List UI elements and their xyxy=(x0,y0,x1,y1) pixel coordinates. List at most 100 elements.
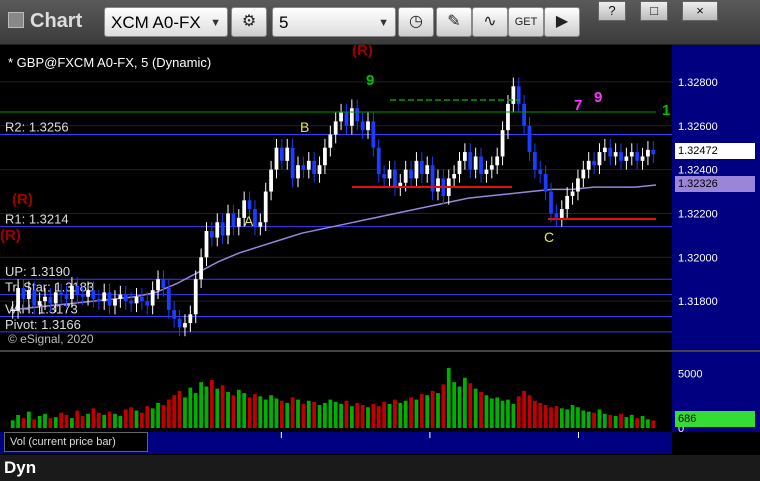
volume-bar xyxy=(559,408,564,428)
forward-button[interactable]: ▶ xyxy=(544,7,580,37)
volume-bar xyxy=(236,389,241,428)
candle-body xyxy=(317,165,322,174)
chart-header: * GBP@FXCM A0-FX, 5 (Dynamic) xyxy=(8,55,212,70)
candle-body xyxy=(166,288,171,310)
clock-button[interactable]: ◷ xyxy=(398,7,434,37)
volume-bar xyxy=(543,405,548,428)
candle-body xyxy=(70,285,74,299)
close-button[interactable]: × xyxy=(682,1,718,21)
volume-bar xyxy=(339,403,343,428)
symbol-value: XCM A0-FX xyxy=(111,13,201,32)
volume-bar xyxy=(489,398,494,428)
volume-bar xyxy=(10,420,15,428)
candle-body xyxy=(543,174,548,192)
volume-bar xyxy=(215,388,220,428)
candle-body xyxy=(91,290,96,299)
study-button[interactable]: ∿ xyxy=(472,7,508,37)
volume-bar xyxy=(602,413,607,428)
candle-body xyxy=(371,121,376,148)
volume-bar xyxy=(183,397,187,428)
volume-bar xyxy=(172,395,177,428)
volume-bar xyxy=(37,415,42,428)
volume-bar xyxy=(441,384,446,428)
y-tick-label: 1.32800 xyxy=(678,77,718,89)
help-button[interactable]: ? xyxy=(598,1,626,21)
pattern-label: C xyxy=(544,229,554,245)
candle-body xyxy=(581,169,586,179)
volume-bar xyxy=(452,382,457,428)
volume-bar xyxy=(651,420,656,428)
volume-bar xyxy=(549,407,553,428)
volume-bar xyxy=(166,399,171,428)
volume-bar xyxy=(323,402,327,428)
candle-body xyxy=(86,290,90,297)
candle-body xyxy=(409,169,413,179)
volume-bar xyxy=(123,409,128,428)
signal-label: (R) xyxy=(352,45,373,59)
close-icon: × xyxy=(696,3,704,18)
candle-body xyxy=(123,294,128,302)
candle-body xyxy=(64,294,69,299)
volume-bar xyxy=(479,391,483,428)
candle-body xyxy=(527,125,532,153)
volume-bar xyxy=(177,390,182,428)
get-button[interactable]: GET xyxy=(508,7,544,37)
candle-body xyxy=(495,156,500,166)
maximize-button[interactable]: □ xyxy=(640,1,668,21)
chart-plot[interactable]: R2: 1.3256R1: 1.3214UP: 1.3190Tri Star: … xyxy=(0,45,760,481)
volume-bar xyxy=(463,377,467,428)
candle-body xyxy=(215,222,220,238)
candle-body xyxy=(285,147,290,161)
candle-body xyxy=(646,149,650,157)
volume-bar xyxy=(328,399,333,428)
volume-bar xyxy=(581,410,586,428)
chevron-down-icon: ▼ xyxy=(378,17,389,29)
volume-bar xyxy=(70,418,74,428)
price-pane xyxy=(0,45,672,350)
candle-body xyxy=(344,112,349,126)
volume-bar xyxy=(96,412,101,428)
candle-body xyxy=(26,290,31,299)
candle-body xyxy=(161,279,166,288)
signal-label: 1 xyxy=(662,102,670,119)
candle-body xyxy=(592,160,596,166)
volume-bar xyxy=(473,388,478,428)
volume-bar xyxy=(21,418,26,428)
symbol-dropdown[interactable]: XCM A0-FX ▼ xyxy=(104,7,228,37)
candle-body xyxy=(586,160,591,170)
candle-body xyxy=(140,296,144,302)
volume-bar xyxy=(640,415,645,428)
candle-body xyxy=(419,160,424,174)
candle-body xyxy=(263,191,268,223)
candle-body xyxy=(118,294,123,299)
volume-bar xyxy=(527,395,532,428)
volume-bar xyxy=(80,415,85,428)
volume-bar xyxy=(430,390,435,428)
volume-bar xyxy=(312,401,317,428)
signal-label: 9 xyxy=(366,72,374,89)
candle-body xyxy=(425,165,430,174)
y-tick-label: 1.32600 xyxy=(678,121,718,133)
interval-dropdown[interactable]: 5 ▼ xyxy=(272,7,396,37)
candle-body xyxy=(209,231,214,238)
candle-body xyxy=(32,290,37,306)
volume-study-label[interactable]: Vol (current price bar) xyxy=(4,432,148,452)
volume-bar xyxy=(425,395,430,428)
volume-bar xyxy=(226,391,230,428)
volume-bar xyxy=(43,413,47,428)
settings-button[interactable]: ⚙ xyxy=(231,7,267,37)
volume-bar xyxy=(613,415,618,428)
candle-body xyxy=(193,279,198,315)
candle-body xyxy=(226,213,230,236)
volume-bar xyxy=(53,417,58,428)
price-level-label: UP: 1.3190 xyxy=(5,264,70,279)
volume-bar xyxy=(102,414,107,428)
volume-bar xyxy=(635,418,640,428)
candle-body xyxy=(376,147,381,174)
candle-body xyxy=(608,147,613,157)
volume-bar xyxy=(107,411,112,428)
volume-bar xyxy=(253,394,257,428)
dyn-label[interactable]: Dyn xyxy=(4,458,36,478)
draw-button[interactable]: ✎ xyxy=(436,7,472,37)
volume-bar xyxy=(129,407,134,428)
